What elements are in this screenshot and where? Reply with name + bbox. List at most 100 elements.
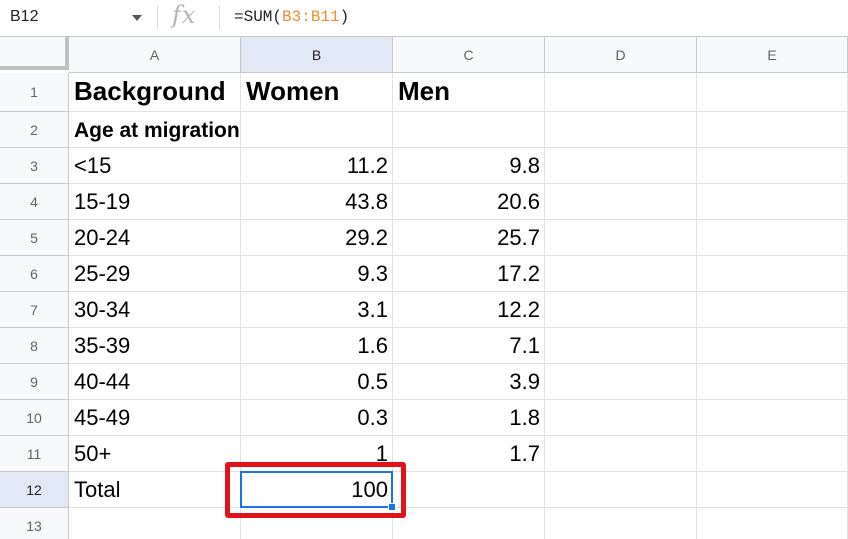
column-header-b[interactable]: B	[241, 37, 393, 73]
row-header-7[interactable]: 7	[0, 292, 69, 328]
cell-e2[interactable]	[697, 112, 848, 148]
cell-c13[interactable]	[393, 508, 545, 539]
cell-a5[interactable]: 20-24	[69, 220, 241, 256]
cell-a8[interactable]: 35-39	[69, 328, 241, 364]
name-box-value: B12	[10, 8, 39, 25]
row-header-8[interactable]: 8	[0, 328, 69, 364]
cell-d1[interactable]	[545, 73, 697, 112]
cell-a3[interactable]: <15	[69, 148, 241, 184]
cell-d5[interactable]	[545, 220, 697, 256]
row-header-12[interactable]: 12	[0, 472, 69, 508]
cell-d11[interactable]	[545, 436, 697, 472]
cell-c3[interactable]: 9.8	[393, 148, 545, 184]
cell-a11[interactable]: 50+	[69, 436, 241, 472]
row-header-9[interactable]: 9	[0, 364, 69, 400]
cell-c4[interactable]: 20.6	[393, 184, 545, 220]
spreadsheet-grid[interactable]: A B C D E 1 Background Women Men 2 Age at migratio…	[0, 37, 848, 539]
cell-c6[interactable]: 17.2	[393, 256, 545, 292]
cell-e9[interactable]	[697, 364, 848, 400]
cell-a1[interactable]: Background	[69, 73, 241, 112]
row-header-11[interactable]: 11	[0, 436, 69, 472]
cell-b3[interactable]: 11.2	[241, 148, 393, 184]
cell-d2[interactable]	[545, 112, 697, 148]
cell-value: 7.1	[509, 333, 540, 358]
row-header-3[interactable]: 3	[0, 148, 69, 184]
cell-value: <15	[74, 153, 112, 178]
row-header-13[interactable]: 13	[0, 508, 69, 539]
cell-e5[interactable]	[697, 220, 848, 256]
cell-d8[interactable]	[545, 328, 697, 364]
cell-value: 20-24	[74, 225, 131, 250]
cell-a12[interactable]: Total	[69, 472, 241, 508]
cell-e11[interactable]	[697, 436, 848, 472]
cell-e12[interactable]	[697, 472, 848, 508]
column-header-a[interactable]: A	[69, 37, 241, 73]
formula-range: B3:B11	[282, 8, 340, 26]
cell-c2[interactable]	[393, 112, 545, 148]
cell-b6[interactable]: 9.3	[241, 256, 393, 292]
column-header-c[interactable]: C	[393, 37, 545, 73]
cell-value: 50+	[74, 441, 112, 466]
cell-a6[interactable]: 25-29	[69, 256, 241, 292]
name-box[interactable]: B12	[0, 0, 158, 36]
cell-b4[interactable]: 43.8	[241, 184, 393, 220]
cell-d10[interactable]	[545, 400, 697, 436]
row-header-6[interactable]: 6	[0, 256, 69, 292]
cell-d7[interactable]	[545, 292, 697, 328]
select-all-corner[interactable]	[0, 37, 69, 70]
cell-b9[interactable]: 0.5	[241, 364, 393, 400]
cell-c11[interactable]: 1.7	[393, 436, 545, 472]
cell-value: Total	[74, 477, 121, 502]
cell-value: 17.2	[497, 261, 540, 286]
row-header-1[interactable]: 1	[0, 73, 69, 112]
cell-value: Age at migration	[74, 119, 240, 142]
cell-b8[interactable]: 1.6	[241, 328, 393, 364]
cell-e4[interactable]	[697, 184, 848, 220]
cell-a7[interactable]: 30-34	[69, 292, 241, 328]
cell-e8[interactable]	[697, 328, 848, 364]
cell-a10[interactable]: 45-49	[69, 400, 241, 436]
cell-value: 45-49	[74, 405, 131, 430]
cell-c5[interactable]: 25.7	[393, 220, 545, 256]
cell-a2[interactable]: Age at migration	[69, 112, 241, 148]
cell-d6[interactable]	[545, 256, 697, 292]
cell-b1[interactable]: Women	[241, 73, 393, 112]
cell-d4[interactable]	[545, 184, 697, 220]
cell-c7[interactable]: 12.2	[393, 292, 545, 328]
column-header-d[interactable]: D	[545, 37, 697, 73]
cell-e13[interactable]	[697, 508, 848, 539]
cell-b5[interactable]: 29.2	[241, 220, 393, 256]
cell-b7[interactable]: 3.1	[241, 292, 393, 328]
cell-b2[interactable]	[241, 112, 393, 148]
cell-b10[interactable]: 0.3	[241, 400, 393, 436]
cell-d13[interactable]	[545, 508, 697, 539]
cell-c8[interactable]: 7.1	[393, 328, 545, 364]
cell-e1[interactable]	[697, 73, 848, 112]
cell-d9[interactable]	[545, 364, 697, 400]
cell-c9[interactable]: 3.9	[393, 364, 545, 400]
cell-d12[interactable]	[545, 472, 697, 508]
chevron-down-icon[interactable]	[132, 15, 142, 21]
cell-e7[interactable]	[697, 292, 848, 328]
cell-value: 3.1	[357, 297, 388, 322]
cell-d3[interactable]	[545, 148, 697, 184]
cell-e6[interactable]	[697, 256, 848, 292]
cell-value: 1.6	[357, 333, 388, 358]
column-header-e[interactable]: E	[697, 37, 848, 73]
cell-a4[interactable]: 15-19	[69, 184, 241, 220]
cell-a13[interactable]	[69, 508, 241, 539]
row-header-10[interactable]: 10	[0, 400, 69, 436]
cell-c10[interactable]: 1.8	[393, 400, 545, 436]
cell-c12[interactable]	[393, 472, 545, 508]
row-header-5[interactable]: 5	[0, 220, 69, 256]
cell-e3[interactable]	[697, 148, 848, 184]
row-header-2[interactable]: 2	[0, 112, 69, 148]
cell-c1[interactable]: Men	[393, 73, 545, 112]
cell-e10[interactable]	[697, 400, 848, 436]
cell-a9[interactable]: 40-44	[69, 364, 241, 400]
cell-value: Men	[398, 76, 450, 106]
formula-prefix: =SUM(	[234, 8, 283, 26]
row-header-4[interactable]: 4	[0, 184, 69, 220]
formula-suffix: )	[339, 8, 350, 26]
formula-input[interactable]: =SUM(B3:B11)	[234, 8, 349, 26]
